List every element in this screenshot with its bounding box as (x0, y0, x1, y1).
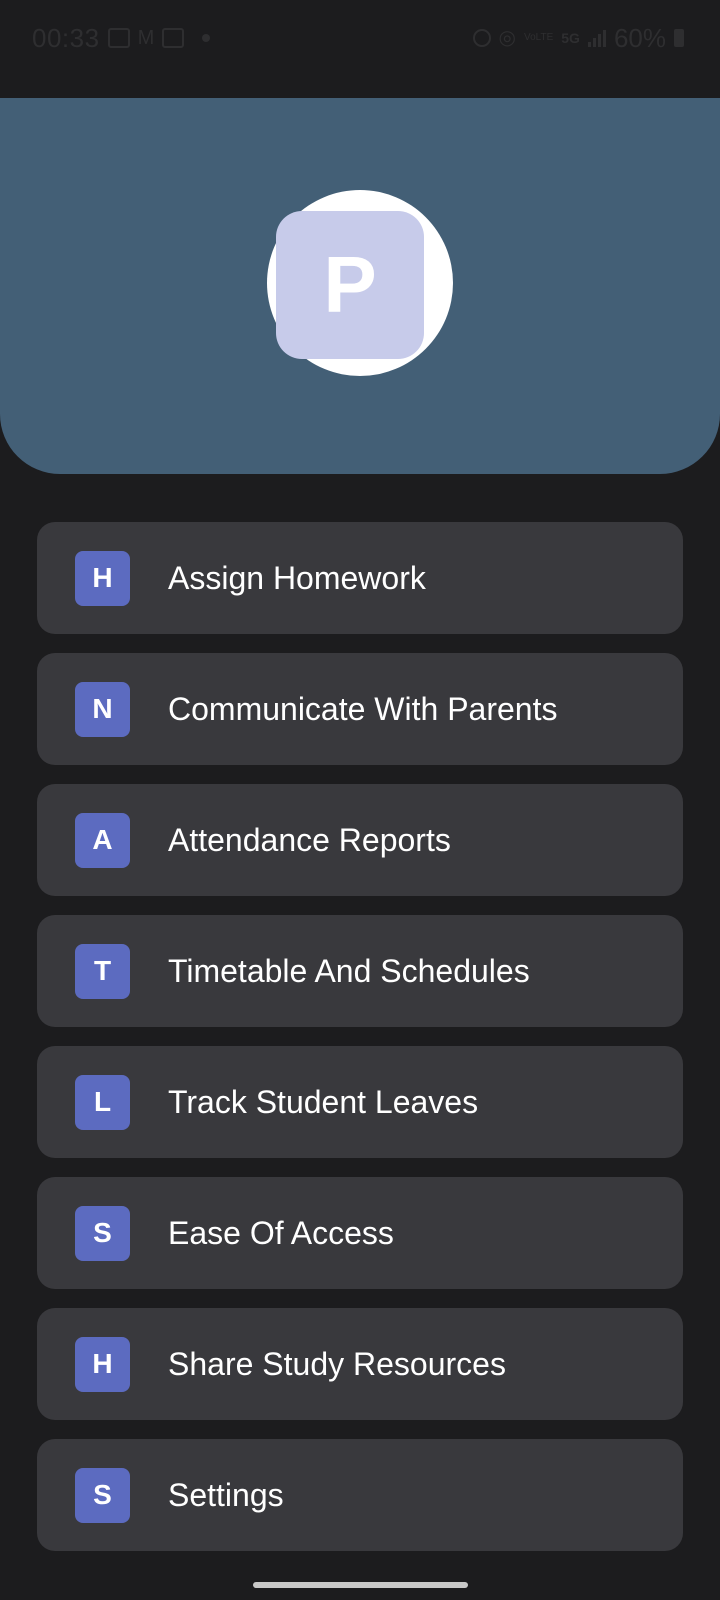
homework-icon: H (75, 550, 130, 606)
attendance-icon: A (75, 812, 130, 868)
battery-icon (674, 29, 684, 47)
status-bar-left: 00:33 M (32, 22, 211, 54)
signal-icon (587, 29, 606, 47)
menu-item-label: Settings (168, 1476, 284, 1513)
menu-item-label: Assign Homework (168, 559, 426, 596)
main-menu: H Assign Homework N Communicate With Par… (37, 522, 683, 1570)
menu-item-share-study-resources[interactable]: H Share Study Resources (37, 1308, 683, 1420)
photo-icon (162, 28, 185, 48)
alarm-icon (472, 29, 491, 47)
notification-dot-icon (202, 34, 211, 42)
gallery-icon (107, 28, 130, 48)
menu-item-assign-homework[interactable]: H Assign Homework (37, 522, 683, 634)
menu-item-label: Track Student Leaves (168, 1083, 479, 1120)
timetable-icon: T (75, 943, 130, 999)
menu-item-settings[interactable]: S Settings (37, 1439, 683, 1551)
leaves-icon: L (75, 1074, 130, 1130)
status-time: 00:33 (32, 22, 100, 53)
battery-percent: 60% (613, 22, 666, 53)
menu-item-label: Attendance Reports (168, 821, 451, 858)
menu-item-label: Timetable And Schedules (168, 952, 530, 989)
menu-item-attendance-reports[interactable]: A Attendance Reports (37, 784, 683, 896)
menu-item-label: Communicate With Parents (168, 690, 558, 727)
volte-icon: VoLTE (523, 32, 554, 43)
5g-icon: 5G (561, 30, 580, 46)
avatar[interactable]: P (276, 211, 424, 359)
menu-item-communicate-with-parents[interactable]: N Communicate With Parents (37, 653, 683, 765)
home-indicator[interactable] (253, 1582, 468, 1588)
menu-item-track-student-leaves[interactable]: L Track Student Leaves (37, 1046, 683, 1158)
gmail-icon: M (137, 27, 155, 49)
notice-icon: N (75, 681, 130, 737)
menu-item-timetable-and-schedules[interactable]: T Timetable And Schedules (37, 915, 683, 1027)
status-bar-right: ◎ VoLTE 5G 60% (472, 22, 684, 54)
app-screen: 00:33 M ◎ VoLTE 5G 60% P H Assign Homewo… (0, 0, 720, 1600)
hotspot-icon: ◎ (498, 27, 516, 49)
status-bar: 00:33 M ◎ VoLTE 5G 60% (0, 0, 720, 76)
settings-icon: S (75, 1467, 130, 1523)
avatar-letter: P (323, 240, 377, 329)
resources-icon: H (75, 1336, 130, 1392)
menu-item-label: Ease Of Access (168, 1214, 394, 1251)
menu-item-ease-of-access[interactable]: S Ease Of Access (37, 1177, 683, 1289)
menu-item-label: Share Study Resources (168, 1345, 506, 1382)
profile-header: P (0, 98, 720, 474)
access-icon: S (75, 1205, 130, 1261)
